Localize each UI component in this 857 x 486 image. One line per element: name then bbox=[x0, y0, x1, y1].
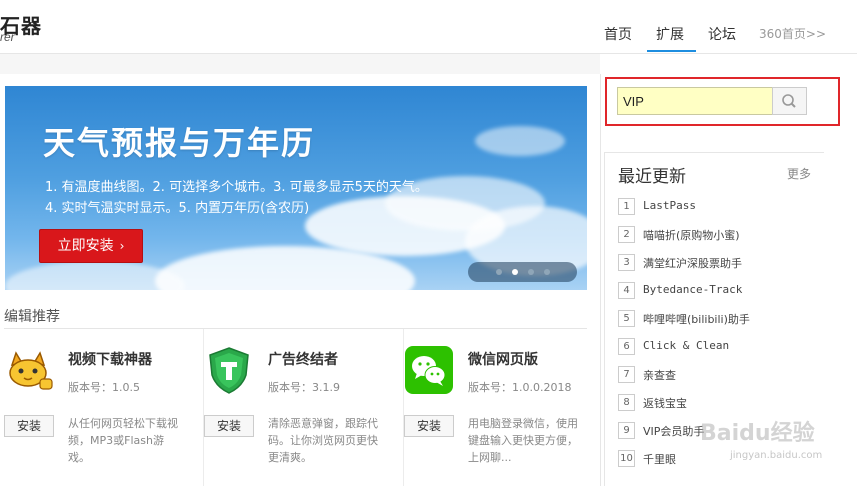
rank-number: 3 bbox=[618, 254, 635, 271]
rank-number: 5 bbox=[618, 310, 635, 327]
nav-360-home-link[interactable]: 360首页>> bbox=[759, 25, 826, 42]
card-version: 版本号：1.0.0.2018 bbox=[468, 381, 572, 394]
featured-banner[interactable]: 天气预报与万年历 1. 有温度曲线图。2. 可选择多个城市。3. 可最多显示5天… bbox=[5, 86, 587, 290]
column-separator bbox=[600, 74, 601, 486]
carousel-dot-1[interactable] bbox=[496, 269, 502, 275]
banner-install-button[interactable]: 立即安装 › bbox=[39, 229, 143, 263]
rank-number: 7 bbox=[618, 366, 635, 383]
list-item-name[interactable]: 返钱宝宝 bbox=[643, 395, 687, 411]
nav-active-indicator bbox=[647, 50, 696, 52]
rank-number: 10 bbox=[618, 450, 635, 467]
card-description: 用电脑登录微信，使用键盘输入更快更方便，上网聊... bbox=[468, 417, 578, 464]
search-button[interactable] bbox=[772, 87, 807, 115]
banner-feature-line-1: 1. 有温度曲线图。2. 可选择多个城市。3. 可最多显示5天的天气。 bbox=[45, 180, 428, 195]
carousel-dot-2[interactable] bbox=[512, 269, 518, 275]
list-item-name[interactable]: 哔哩哔哩(bilibili)助手 bbox=[643, 311, 750, 327]
wechat-icon[interactable] bbox=[404, 345, 454, 395]
watermark: Baidu经验 bbox=[700, 421, 815, 446]
rank-number: 2 bbox=[618, 226, 635, 243]
banner-title: 天气预报与万年历 bbox=[43, 124, 316, 162]
list-item-name[interactable]: LastPass bbox=[643, 199, 696, 212]
chevron-right-icon: › bbox=[119, 239, 125, 253]
banner-install-label: 立即安装 bbox=[57, 238, 114, 254]
extension-card-wechat-web: 微信网页版 版本号：1.0.0.2018 安装 用电脑登录微信，使用键盘输入更快… bbox=[404, 329, 604, 486]
green-shield-icon[interactable] bbox=[204, 345, 254, 395]
rank-number: 9 bbox=[618, 422, 635, 439]
list-item-name[interactable]: 亲查查 bbox=[643, 367, 676, 383]
carousel-dot-3[interactable] bbox=[528, 269, 534, 275]
carousel-dot-4[interactable] bbox=[544, 269, 550, 275]
card-install-button[interactable]: 安装 bbox=[204, 415, 254, 437]
content-top-strip bbox=[0, 54, 600, 74]
list-item-name[interactable]: 千里眼 bbox=[643, 451, 676, 467]
card-version: 版本号：3.1.9 bbox=[268, 381, 340, 394]
nav-extensions[interactable]: 扩展 bbox=[656, 24, 684, 44]
recent-updates-title: 最近更新 bbox=[618, 167, 686, 187]
card-description: 从任何网页轻松下载视频，MP3或Flash游戏。 bbox=[68, 417, 178, 464]
carousel-pager bbox=[468, 262, 577, 282]
list-item-name[interactable]: Bytedance-Track bbox=[643, 283, 742, 296]
rank-number: 1 bbox=[618, 198, 635, 215]
card-name[interactable]: 微信网页版 bbox=[468, 349, 538, 369]
list-item-name[interactable]: VIP会员助手 bbox=[643, 423, 704, 439]
nav-forum[interactable]: 论坛 bbox=[708, 24, 736, 44]
banner-feature-line-2: 4. 实时气温实时显示。5. 内置万年历(含农历) bbox=[45, 201, 310, 216]
recent-more-link[interactable]: 更多 bbox=[787, 165, 811, 182]
yellow-cat-icon[interactable] bbox=[4, 345, 54, 395]
search-input[interactable] bbox=[617, 87, 773, 115]
card-install-button[interactable]: 安装 bbox=[404, 415, 454, 437]
rank-number: 4 bbox=[618, 282, 635, 299]
editor-picks-title: 编辑推荐 bbox=[4, 309, 60, 325]
card-description: 清除恶意弹窗，跟踪代码。让你浏览网页更快更清爽。 bbox=[268, 417, 378, 464]
extension-card-ad-terminator: 广告终结者 版本号：3.1.9 安装 清除恶意弹窗，跟踪代码。让你浏览网页更快更… bbox=[204, 329, 404, 486]
cloud-decoration bbox=[5, 261, 185, 290]
list-item-name[interactable]: 喵喵折(原购物小蜜) bbox=[643, 227, 740, 243]
list-item-name[interactable]: 满堂红沪深股票助手 bbox=[643, 255, 742, 271]
cloud-decoration bbox=[475, 126, 565, 156]
nav-home[interactable]: 首页 bbox=[604, 24, 632, 44]
card-name[interactable]: 广告终结者 bbox=[268, 349, 338, 369]
search-icon bbox=[782, 94, 796, 108]
rank-number: 6 bbox=[618, 338, 635, 355]
logo-subtitle: rer bbox=[0, 30, 15, 44]
card-install-button[interactable]: 安装 bbox=[4, 415, 54, 437]
card-name[interactable]: 视频下载神器 bbox=[68, 349, 152, 369]
watermark-url: jingyan.baidu.com bbox=[730, 450, 823, 461]
list-item-name[interactable]: Click & Clean bbox=[643, 339, 729, 352]
extension-card-video-downloader: 视频下载神器 版本号：1.0.5 安装 从任何网页轻松下载视频，MP3或Flas… bbox=[4, 329, 204, 486]
card-version: 版本号：1.0.5 bbox=[68, 381, 140, 394]
rank-number: 8 bbox=[618, 394, 635, 411]
